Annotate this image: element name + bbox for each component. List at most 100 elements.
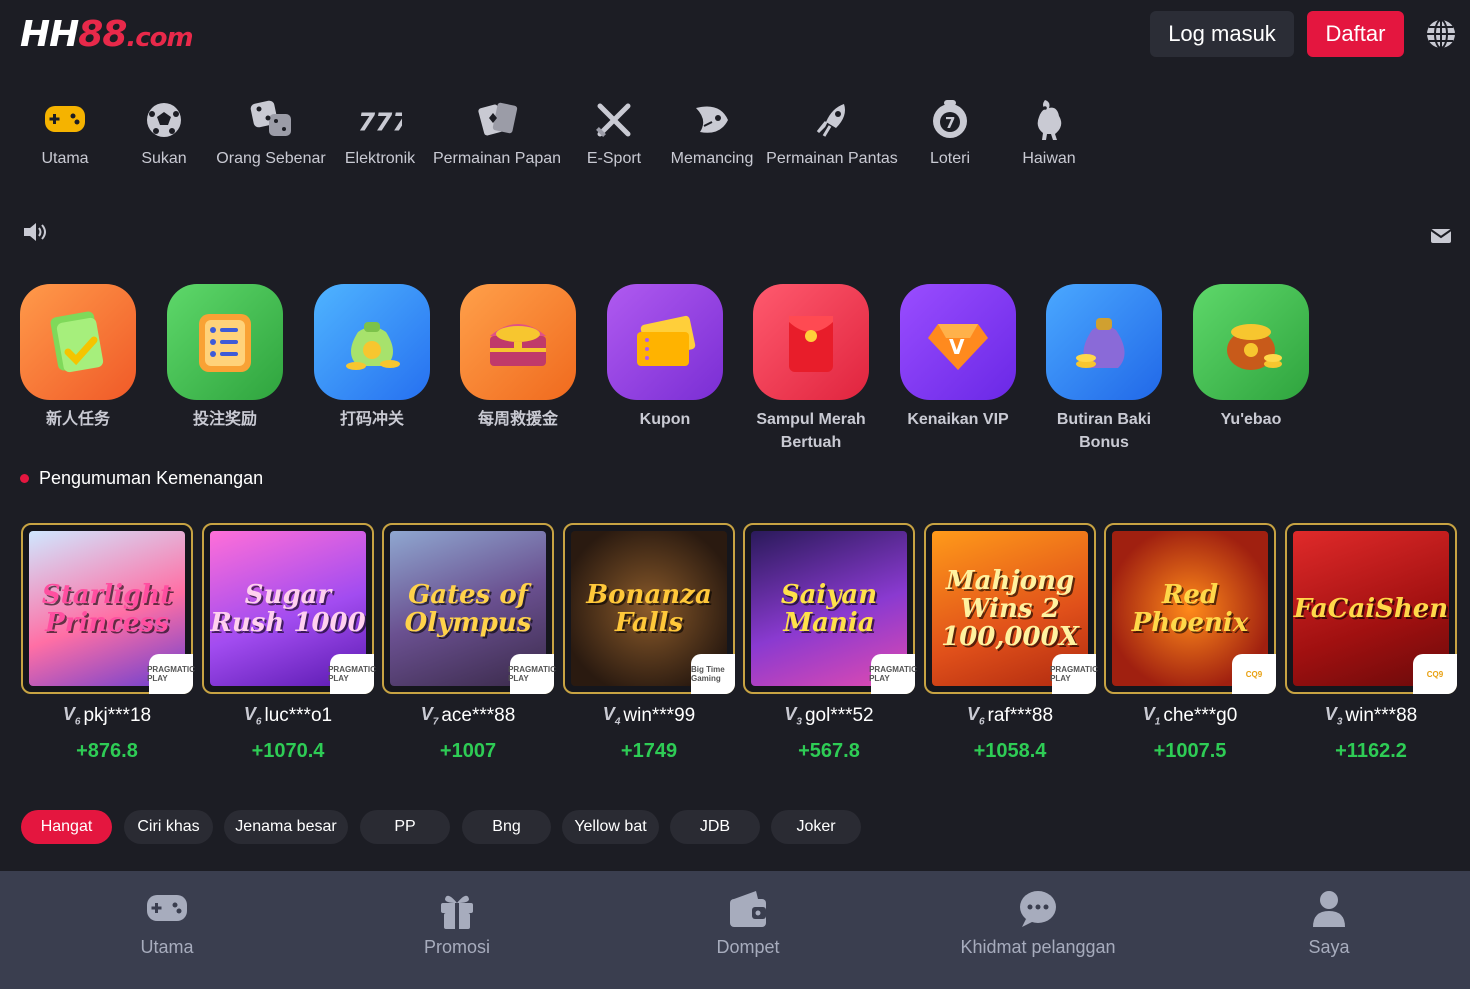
promo-turnover-challenge[interactable]: 打码冲关 bbox=[314, 284, 430, 431]
category-orang-sebenar[interactable]: Orang Sebenar bbox=[216, 96, 326, 168]
category-permainan-papan[interactable]: Permainan Papan bbox=[432, 96, 562, 168]
soccer-ball-icon bbox=[147, 103, 181, 137]
list-icon bbox=[167, 284, 283, 400]
winner-username: win***99 bbox=[623, 705, 696, 726]
winner-username: luc***o1 bbox=[264, 705, 333, 726]
site-logo[interactable]: HH88.com bbox=[20, 14, 194, 55]
red-envelope-icon bbox=[753, 284, 869, 400]
vip-level-badge: V6 bbox=[966, 704, 985, 728]
provider-badge: CQ9 bbox=[1413, 654, 1457, 694]
logo-text-hh: HH bbox=[20, 14, 79, 55]
winner-card[interactable]: Red Phoenix CQ9 V1 che***g0 +1007.5 bbox=[1104, 523, 1276, 763]
filter-chip-yellow-bat[interactable]: Yellow bat bbox=[562, 810, 659, 844]
speaker-icon[interactable] bbox=[22, 220, 48, 244]
game-title: Gates of Olympus bbox=[404, 579, 532, 638]
category-haiwan[interactable]: Haiwan bbox=[1009, 96, 1089, 168]
winner-username: raf***88 bbox=[987, 705, 1054, 726]
rooster-icon bbox=[1037, 100, 1062, 140]
category-label: Utama bbox=[41, 150, 89, 167]
winner-card[interactable]: Bonanza Falls Big Time Gaming V4 win***99… bbox=[563, 523, 735, 763]
filter-chip-jenama-besar[interactable]: Jenama besar bbox=[224, 810, 348, 844]
winner-card[interactable]: Gates of Olympus PRAGMATIC PLAY V7 ace***… bbox=[382, 523, 556, 763]
promo-label: Yu'ebao bbox=[1220, 411, 1282, 428]
category-label: Haiwan bbox=[1022, 150, 1076, 167]
register-button[interactable]: Daftar bbox=[1307, 11, 1404, 57]
category-utama[interactable]: Utama bbox=[25, 96, 105, 168]
promo-newbie-task[interactable]: 新人任务 bbox=[20, 284, 136, 431]
promo-red-envelope[interactable]: Sampul Merah Bertuah bbox=[753, 284, 869, 454]
category-sukan[interactable]: Sukan bbox=[124, 96, 204, 168]
winner-card[interactable]: FaCaiShen CQ9 V3 win***88 +1162.2 bbox=[1285, 523, 1457, 763]
winner-amount: +1162.2 bbox=[1335, 740, 1407, 762]
promo-vip-upgrade[interactable]: V Kenaikan VIP bbox=[900, 284, 1016, 431]
filter-chip-jdb[interactable]: JDB bbox=[670, 810, 760, 844]
coupon-icon bbox=[607, 284, 723, 400]
bottom-nav-saya[interactable]: Saya bbox=[1209, 889, 1449, 958]
promo-yuebao[interactable]: Yu'ebao bbox=[1193, 284, 1309, 431]
mail-icon[interactable] bbox=[1430, 227, 1452, 245]
bottom-nav-label: Khidmat pelanggan bbox=[960, 937, 1116, 957]
game-title: Sugar Rush 1000 bbox=[210, 579, 366, 638]
game-title: Red Phoenix bbox=[1131, 579, 1249, 638]
winner-card[interactable]: Sugar Rush 1000 PRAGMATIC PLAY V6 luc***o… bbox=[202, 523, 376, 763]
category-elektronik[interactable]: 777 Elektronik bbox=[340, 96, 420, 168]
filter-chip-ciri-khas[interactable]: Ciri khas bbox=[124, 810, 213, 844]
game-title: Mahjong Wins 2 100,000X bbox=[941, 565, 1079, 652]
treasure-chest-icon bbox=[460, 284, 576, 400]
promo-bonus-balance[interactable]: Butiran Baki Bonus bbox=[1046, 284, 1162, 454]
category-memancing[interactable]: Memancing bbox=[670, 96, 754, 168]
bottom-nav-label: Dompet bbox=[716, 937, 780, 957]
promo-weekly-rescue[interactable]: 每周救援金 bbox=[460, 284, 576, 431]
game-title: Starlight Princess bbox=[41, 579, 173, 638]
game-title: Saiyan Mania bbox=[780, 579, 878, 638]
category-label: Sukan bbox=[141, 150, 187, 167]
globe-icon[interactable] bbox=[1424, 17, 1458, 51]
category-label: E-Sport bbox=[586, 150, 642, 167]
winner-amount: +567.8 bbox=[798, 740, 860, 762]
winner-amount: +1058.4 bbox=[973, 740, 1047, 762]
bottom-nav-utama[interactable]: Utama bbox=[47, 889, 287, 958]
slot-777-icon: 777 bbox=[358, 107, 402, 136]
bottom-nav-promosi[interactable]: Promosi bbox=[337, 889, 577, 958]
winner-username: ace***88 bbox=[441, 705, 516, 726]
provider-badge: PRAGMATIC PLAY bbox=[869, 654, 917, 694]
red-dot-icon bbox=[20, 474, 29, 483]
svg-text:777: 777 bbox=[358, 107, 402, 136]
filter-chip-joker[interactable]: Joker bbox=[771, 810, 861, 844]
promo-label: Kupon bbox=[639, 411, 691, 428]
winner-username: pkj***18 bbox=[83, 705, 152, 726]
provider-badge: CQ9 bbox=[1232, 654, 1276, 694]
provider-badge: PRAGMATIC PLAY bbox=[508, 654, 556, 694]
vip-level-badge: V6 bbox=[243, 704, 262, 728]
vip-level-badge: V3 bbox=[1324, 704, 1343, 728]
filter-chip-bng[interactable]: Bng bbox=[462, 810, 551, 844]
bottom-nav-khidmat-pelanggan[interactable]: Khidmat pelanggan bbox=[918, 889, 1158, 958]
bottom-nav-label: Promosi bbox=[423, 937, 490, 957]
category-label: Loteri bbox=[929, 150, 971, 167]
gamepad-icon bbox=[147, 895, 187, 921]
login-button[interactable]: Log masuk bbox=[1150, 11, 1294, 57]
svg-text:7: 7 bbox=[945, 114, 955, 132]
category-permainan-pantas[interactable]: Permainan Pantas bbox=[765, 96, 899, 168]
promo-coupon[interactable]: Kupon bbox=[607, 284, 723, 431]
winner-card[interactable]: Starlight Princess PRAGMATIC PLAY V6 pkj*… bbox=[21, 523, 195, 763]
filter-chip-pp[interactable]: PP bbox=[360, 810, 450, 844]
category-e-sport[interactable]: E-Sport bbox=[574, 96, 654, 168]
cards-icon bbox=[478, 102, 518, 136]
gold-pot-icon bbox=[1193, 284, 1309, 400]
provider-badge: PRAGMATIC PLAY bbox=[328, 654, 376, 694]
winner-username: che***g0 bbox=[1163, 705, 1238, 726]
provider-badge: Big Time Gaming bbox=[691, 654, 735, 694]
promo-bet-reward[interactable]: 投注奖励 bbox=[167, 284, 283, 431]
winner-amount: +1070.4 bbox=[251, 740, 325, 762]
category-label: Orang Sebenar bbox=[216, 150, 326, 167]
category-label: Memancing bbox=[670, 150, 754, 167]
filter-chip-hangat[interactable]: Hangat bbox=[21, 810, 112, 844]
winner-card[interactable]: Saiyan Mania PRAGMATIC PLAY V3 gol***52 +… bbox=[743, 523, 917, 763]
promo-label: 新人任务 bbox=[45, 411, 110, 428]
winner-card[interactable]: Mahjong Wins 2 100,000X PRAGMATIC PLAY V… bbox=[924, 523, 1098, 763]
category-loteri[interactable]: 7 Loteri bbox=[910, 96, 990, 168]
winner-amount: +1007 bbox=[439, 740, 497, 762]
vip-level-badge: V7 bbox=[420, 704, 439, 728]
bottom-nav-dompet[interactable]: Dompet bbox=[628, 889, 868, 958]
